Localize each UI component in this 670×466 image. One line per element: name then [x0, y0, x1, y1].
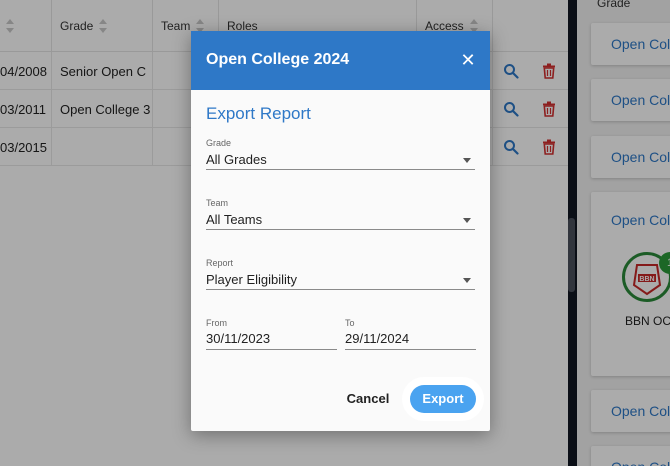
chevron-down-icon — [463, 158, 471, 163]
grade-select-label: Grade — [206, 138, 232, 148]
dialog-header: Open College 2024 ✕ — [191, 31, 490, 90]
from-date-label: From — [206, 318, 227, 328]
team-select-label: Team — [206, 198, 229, 208]
from-date-field[interactable]: From 30/11/2023 — [206, 318, 337, 350]
dialog-title: Open College 2024 — [206, 51, 350, 68]
to-date-label: To — [345, 318, 355, 328]
chevron-down-icon — [463, 218, 471, 223]
to-date-field[interactable]: To 29/11/2024 — [345, 318, 476, 350]
export-button[interactable]: Export — [410, 385, 476, 413]
report-select-label: Report — [206, 258, 234, 268]
export-report-dialog: Open College 2024 ✕ Export Report Grade … — [191, 31, 490, 431]
team-select[interactable]: Team All Teams — [206, 198, 475, 230]
report-select-value: Player Eligibility — [206, 272, 298, 287]
dialog-subtitle: Export Report — [206, 104, 311, 123]
grade-select[interactable]: Grade All Grades — [206, 138, 475, 170]
grade-select-value: All Grades — [206, 152, 267, 167]
team-select-value: All Teams — [206, 212, 263, 227]
from-date-value: 30/11/2023 — [206, 331, 271, 346]
cancel-button[interactable]: Cancel — [343, 389, 393, 409]
to-date-value: 29/11/2024 — [345, 331, 410, 346]
report-select[interactable]: Report Player Eligibility — [206, 258, 475, 290]
close-icon[interactable]: ✕ — [459, 51, 477, 69]
chevron-down-icon — [463, 278, 471, 283]
